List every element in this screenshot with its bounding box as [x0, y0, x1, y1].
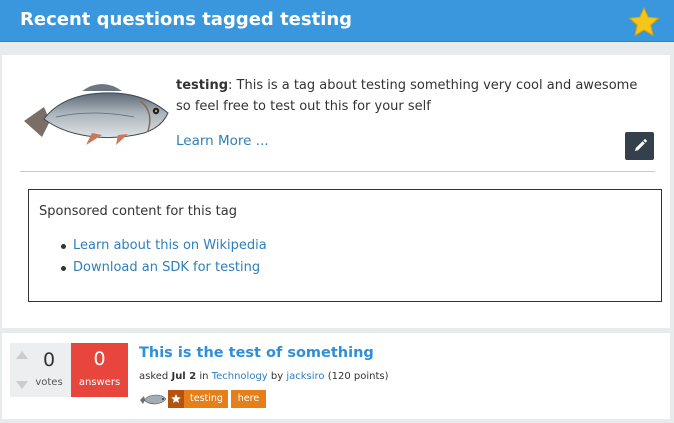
meta-by: by: [270, 371, 284, 382]
user-link[interactable]: jacksiro: [286, 371, 324, 382]
answer-label: answers: [78, 377, 121, 388]
vote-up-icon[interactable]: [16, 351, 28, 359]
fish-tag-icon: [140, 394, 167, 405]
category-link[interactable]: Technology: [212, 371, 268, 382]
tag-here[interactable]: here: [231, 390, 266, 408]
page-header: Recent questions tagged testing: [0, 0, 674, 42]
answer-count: 0: [93, 348, 106, 370]
tag-description-text: This is a tag about testing something ve…: [176, 78, 638, 114]
vote-down-icon[interactable]: [16, 381, 28, 389]
tag-description: testing: This is a tag about testing som…: [176, 75, 656, 117]
question-item: 0 votes 0 answers This is the test of so…: [2, 333, 670, 419]
answer-count-badge: 0 answers: [71, 343, 128, 397]
meta-asked: asked: [139, 371, 169, 382]
fish-image: [24, 84, 169, 145]
learn-more-link[interactable]: Learn More ...: [176, 133, 269, 149]
tag-info-card: testing: This is a tag about testing som…: [2, 55, 670, 328]
user-points: (120 points): [327, 371, 389, 382]
question-meta: asked Jul 2 in Technology by jacksiro (1…: [139, 371, 389, 382]
edit-tag-button[interactable]: [625, 132, 654, 160]
meta-date: Jul 2: [171, 371, 197, 382]
sponsored-links: Learn about this on Wikipedia Download a…: [61, 235, 267, 279]
sponsored-title: Sponsored content for this tag: [39, 204, 237, 219]
tag-name: testing: [176, 78, 228, 93]
sponsored-link-sdk[interactable]: Download an SDK for testing: [61, 257, 267, 279]
sponsored-box: Sponsored content for this tag Learn abo…: [28, 189, 662, 302]
sponsored-link-wikipedia[interactable]: Learn about this on Wikipedia: [61, 235, 267, 257]
favorite-tag-star-icon[interactable]: [168, 390, 184, 408]
vote-box: 0 votes: [10, 343, 71, 397]
vote-count: 0: [42, 349, 56, 371]
vote-label: votes: [35, 377, 63, 388]
question-title-link[interactable]: This is the test of something: [139, 345, 374, 361]
tag-testing[interactable]: testing: [184, 390, 228, 408]
star-icon[interactable]: [628, 7, 660, 37]
page-title: Recent questions tagged testing: [20, 9, 353, 30]
divider: [20, 171, 655, 172]
meta-in: in: [199, 371, 209, 382]
pencil-icon: [635, 139, 647, 151]
